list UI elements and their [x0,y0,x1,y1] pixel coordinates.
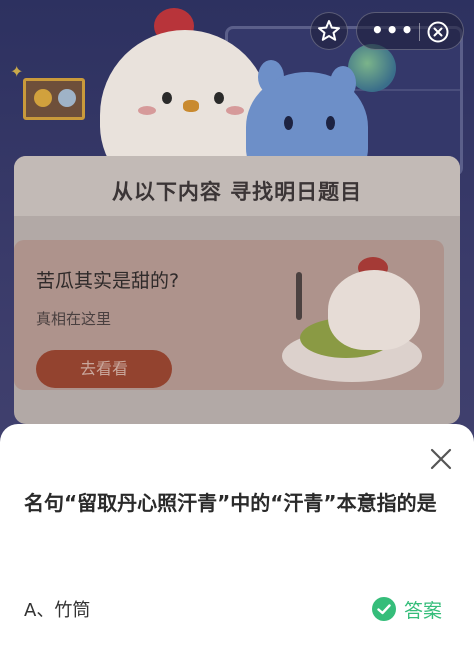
close-mini-program-icon[interactable] [427,21,449,43]
medal-frame-illustration [23,78,85,120]
sparkle-icon: ✦ [10,62,24,81]
chick-beak [183,100,199,112]
ghost-eye [284,116,293,130]
checkmark-icon [372,597,396,621]
answer-button[interactable]: 答案 [372,594,442,624]
answer-option: A、竹筒 [24,600,91,621]
promo-title: 苦瓜其实是甜的? [36,270,180,292]
capsule-menu: ••• [356,12,464,50]
fork-icon [296,272,302,320]
star-icon [318,20,340,41]
small-chick-illustration [328,270,420,350]
favorite-button[interactable] [310,12,348,50]
answer-label: 答案 [404,599,443,622]
promo-subtitle: 真相在这里 [36,310,112,328]
go-see-button[interactable]: 去看看 [36,350,172,388]
capsule-divider [419,23,420,41]
ghost-eye [326,116,335,130]
chick-eye [162,92,172,104]
silver-medal-icon [58,89,76,107]
question-text: 名句“留取丹心照汗青”中的“汗青”本意指的是 [24,491,437,515]
chick-cheek [138,106,156,115]
gold-medal-icon [34,89,52,107]
card-title: 从以下内容 寻找明日题目 [111,180,363,204]
chick-cheek [226,106,244,115]
more-options-button[interactable]: ••• [371,13,415,51]
chick-eye [214,92,224,104]
close-icon[interactable] [428,446,454,472]
question-sheet [0,424,474,664]
